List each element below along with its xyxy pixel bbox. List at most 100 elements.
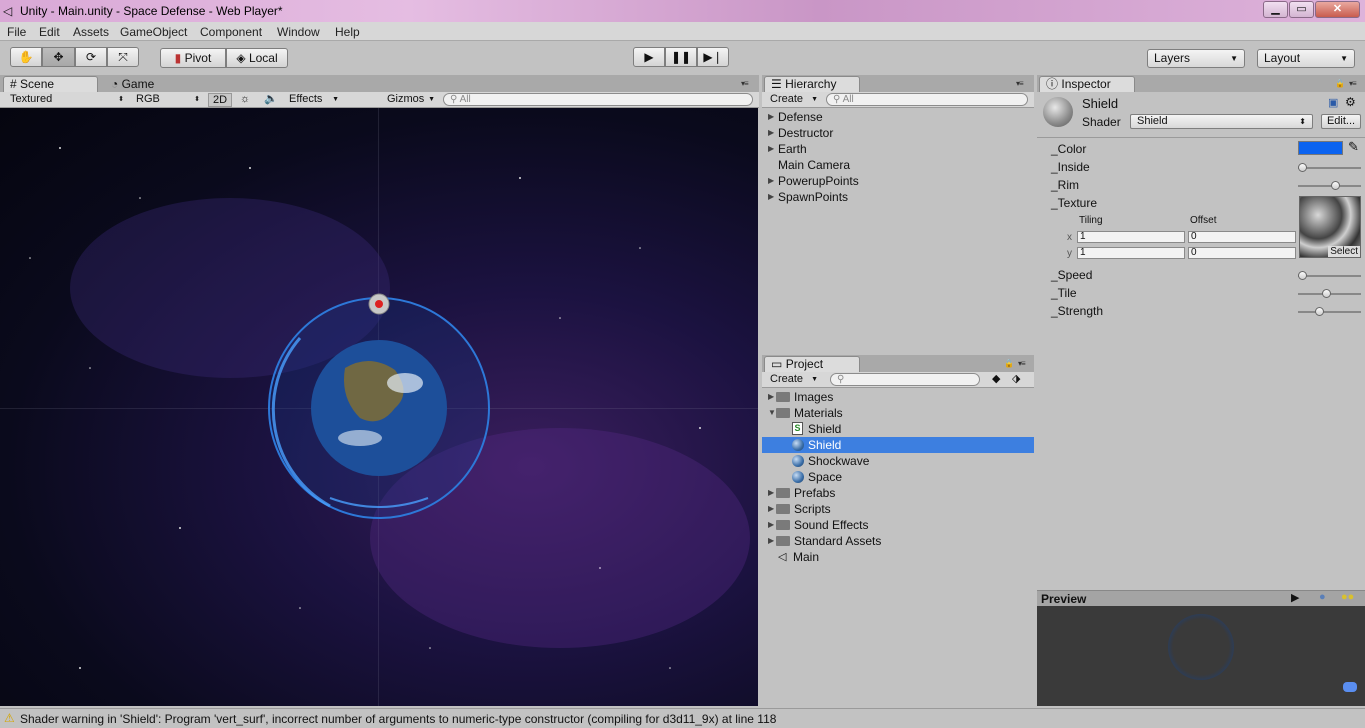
filter-by-type-button[interactable]: ◆ <box>988 373 1004 387</box>
tiling-x-field[interactable]: 1 <box>1077 231 1185 243</box>
project-item[interactable]: ▶ Scripts <box>762 501 1034 517</box>
slider-thumb[interactable] <box>1331 181 1340 190</box>
hierarchy-search-input[interactable]: ⚲ All <box>826 93 1028 106</box>
tiling-y-field[interactable]: 1 <box>1077 247 1185 259</box>
hand-tool-button[interactable]: ✋ <box>10 47 42 67</box>
help-icon[interactable]: ▣ <box>1328 96 1338 109</box>
expand-arrow-icon[interactable]: ▶ <box>768 141 774 157</box>
project-item[interactable]: ▼ Materials <box>762 405 1034 421</box>
preview-area[interactable] <box>1037 606 1365 706</box>
project-item[interactable]: ▶ Prefabs <box>762 485 1034 501</box>
pause-button[interactable]: ❚❚ <box>665 47 697 67</box>
layout-dropdown[interactable]: Layout ▼ <box>1257 49 1355 68</box>
color-swatch[interactable] <box>1298 141 1343 155</box>
pivot-toggle[interactable]: ▮ Pivot <box>160 48 226 68</box>
shader-dropdown[interactable]: Shield ⬍ <box>1130 114 1313 129</box>
project-item[interactable]: Shockwave <box>762 453 1034 469</box>
status-bar[interactable]: ⚠ Shader warning in 'Shield': Program 'v… <box>0 708 1365 728</box>
filter-by-label-button[interactable]: ⬗ <box>1008 373 1024 387</box>
menu-window[interactable]: Window <box>277 25 320 39</box>
maximize-button[interactable]: ▭ <box>1289 1 1314 18</box>
strength-slider[interactable] <box>1298 307 1361 316</box>
hierarchy-item[interactable]: ▶ PowerupPoints <box>762 173 1034 189</box>
eyedropper-icon[interactable]: ✎ <box>1348 139 1359 155</box>
local-toggle[interactable]: ◈ Local <box>226 48 288 68</box>
gear-icon[interactable]: ⚙ <box>1345 95 1356 109</box>
texture-slot[interactable]: Select <box>1299 196 1361 258</box>
project-item[interactable]: ▶ Standard Assets <box>762 533 1034 549</box>
minimize-button[interactable]: ▁ <box>1263 1 1288 18</box>
expand-arrow-icon[interactable]: ▶ <box>768 533 774 549</box>
sphere-preview-icon[interactable]: ● <box>1319 591 1326 603</box>
tile-slider[interactable] <box>1298 289 1361 298</box>
project-item[interactable]: ▶ Sound Effects <box>762 517 1034 533</box>
tab-game[interactable]: ◔ Game <box>104 76 184 92</box>
menu-assets[interactable]: Assets <box>73 25 109 39</box>
hierarchy-item[interactable]: ▶ Defense <box>762 109 1034 125</box>
tab-inspector[interactable]: ⓘ Inspector <box>1039 76 1135 92</box>
hierarchy-item[interactable]: ▶ Destructor <box>762 125 1034 141</box>
tab-hierarchy[interactable]: ☰ Hierarchy <box>764 76 860 92</box>
audio-toggle[interactable]: 🔈 <box>260 93 280 107</box>
play-button[interactable]: ▶ <box>633 47 665 67</box>
layers-dropdown[interactable]: Layers ▼ <box>1147 49 1245 68</box>
rim-slider[interactable] <box>1298 181 1361 190</box>
step-button[interactable]: ▶❘ <box>697 47 729 67</box>
expand-arrow-icon[interactable]: ▶ <box>768 189 774 205</box>
expand-arrow-icon[interactable]: ▶ <box>768 125 774 141</box>
gizmos-dropdown[interactable]: Gizmos ▼ <box>383 93 437 107</box>
lock-icon[interactable]: 🔒 <box>1335 79 1345 88</box>
project-item-selected[interactable]: Shield <box>762 437 1034 453</box>
expand-arrow-icon[interactable]: ▶ <box>768 173 774 189</box>
collapse-arrow-icon[interactable]: ▼ <box>768 405 776 421</box>
shading-dropdown[interactable]: Textured ⬍ <box>6 93 126 107</box>
play-preview-icon[interactable]: ▶ <box>1291 591 1299 604</box>
expand-arrow-icon[interactable]: ▶ <box>768 109 774 125</box>
project-item[interactable]: ▶ Images <box>762 389 1034 405</box>
hierarchy-create-dropdown[interactable]: Create ▼ <box>766 93 820 107</box>
menu-edit[interactable]: Edit <box>39 25 60 39</box>
expand-arrow-icon[interactable]: ▶ <box>768 389 774 405</box>
effects-dropdown[interactable]: Effects ▼ <box>285 93 341 107</box>
rotate-tool-button[interactable]: ⟳ <box>75 47 107 67</box>
tab-project[interactable]: ▭ Project <box>764 356 860 372</box>
expand-arrow-icon[interactable]: ▶ <box>768 501 774 517</box>
slider-thumb[interactable] <box>1298 271 1307 280</box>
render-mode-dropdown[interactable]: RGB ⬍ <box>132 93 202 107</box>
scene-search-input[interactable]: ⚲ All <box>443 93 753 106</box>
panel-menu-icon[interactable]: ▾≡ <box>1018 359 1026 368</box>
hierarchy-item[interactable]: Main Camera <box>762 157 1034 173</box>
2d-toggle[interactable]: 2D <box>208 93 232 107</box>
scene-viewport[interactable] <box>0 108 758 706</box>
menu-file[interactable]: File <box>7 25 26 39</box>
menu-help[interactable]: Help <box>335 25 360 39</box>
menu-component[interactable]: Component <box>200 25 262 39</box>
hierarchy-item[interactable]: ▶ Earth <box>762 141 1034 157</box>
project-item[interactable]: S Shield <box>762 421 1034 437</box>
project-item[interactable]: ◁ Main <box>762 549 1034 565</box>
inside-slider[interactable] <box>1298 163 1361 172</box>
expand-arrow-icon[interactable]: ▶ <box>768 517 774 533</box>
slider-thumb[interactable] <box>1315 307 1324 316</box>
hierarchy-item[interactable]: ▶ SpawnPoints <box>762 189 1034 205</box>
offset-y-field[interactable]: 0 <box>1188 247 1296 259</box>
scale-tool-button[interactable]: ⤧ <box>107 47 139 67</box>
lights-preview-icon[interactable]: ●● <box>1341 591 1354 603</box>
project-item[interactable]: Space <box>762 469 1034 485</box>
panel-menu-icon[interactable]: ▾≡ <box>1016 79 1024 88</box>
select-texture-button[interactable]: Select <box>1328 246 1360 257</box>
expand-arrow-icon[interactable]: ▶ <box>768 485 774 501</box>
offset-x-field[interactable]: 0 <box>1188 231 1296 243</box>
menu-gameobject[interactable]: GameObject <box>120 25 187 39</box>
lock-icon[interactable]: 🔒 <box>1004 359 1014 368</box>
panel-menu-icon[interactable]: ▾≡ <box>1349 79 1357 88</box>
slider-thumb[interactable] <box>1322 289 1331 298</box>
project-create-dropdown[interactable]: Create ▼ <box>766 373 820 387</box>
lighting-toggle[interactable]: ☼ <box>236 93 254 107</box>
slider-thumb[interactable] <box>1298 163 1307 172</box>
close-button[interactable]: ✕ <box>1315 1 1360 18</box>
project-search-input[interactable]: ⚲ <box>830 373 980 386</box>
edit-shader-button[interactable]: Edit... <box>1321 114 1361 129</box>
move-tool-button[interactable]: ✥ <box>42 47 75 67</box>
tab-scene[interactable]: # Scene <box>3 76 98 92</box>
